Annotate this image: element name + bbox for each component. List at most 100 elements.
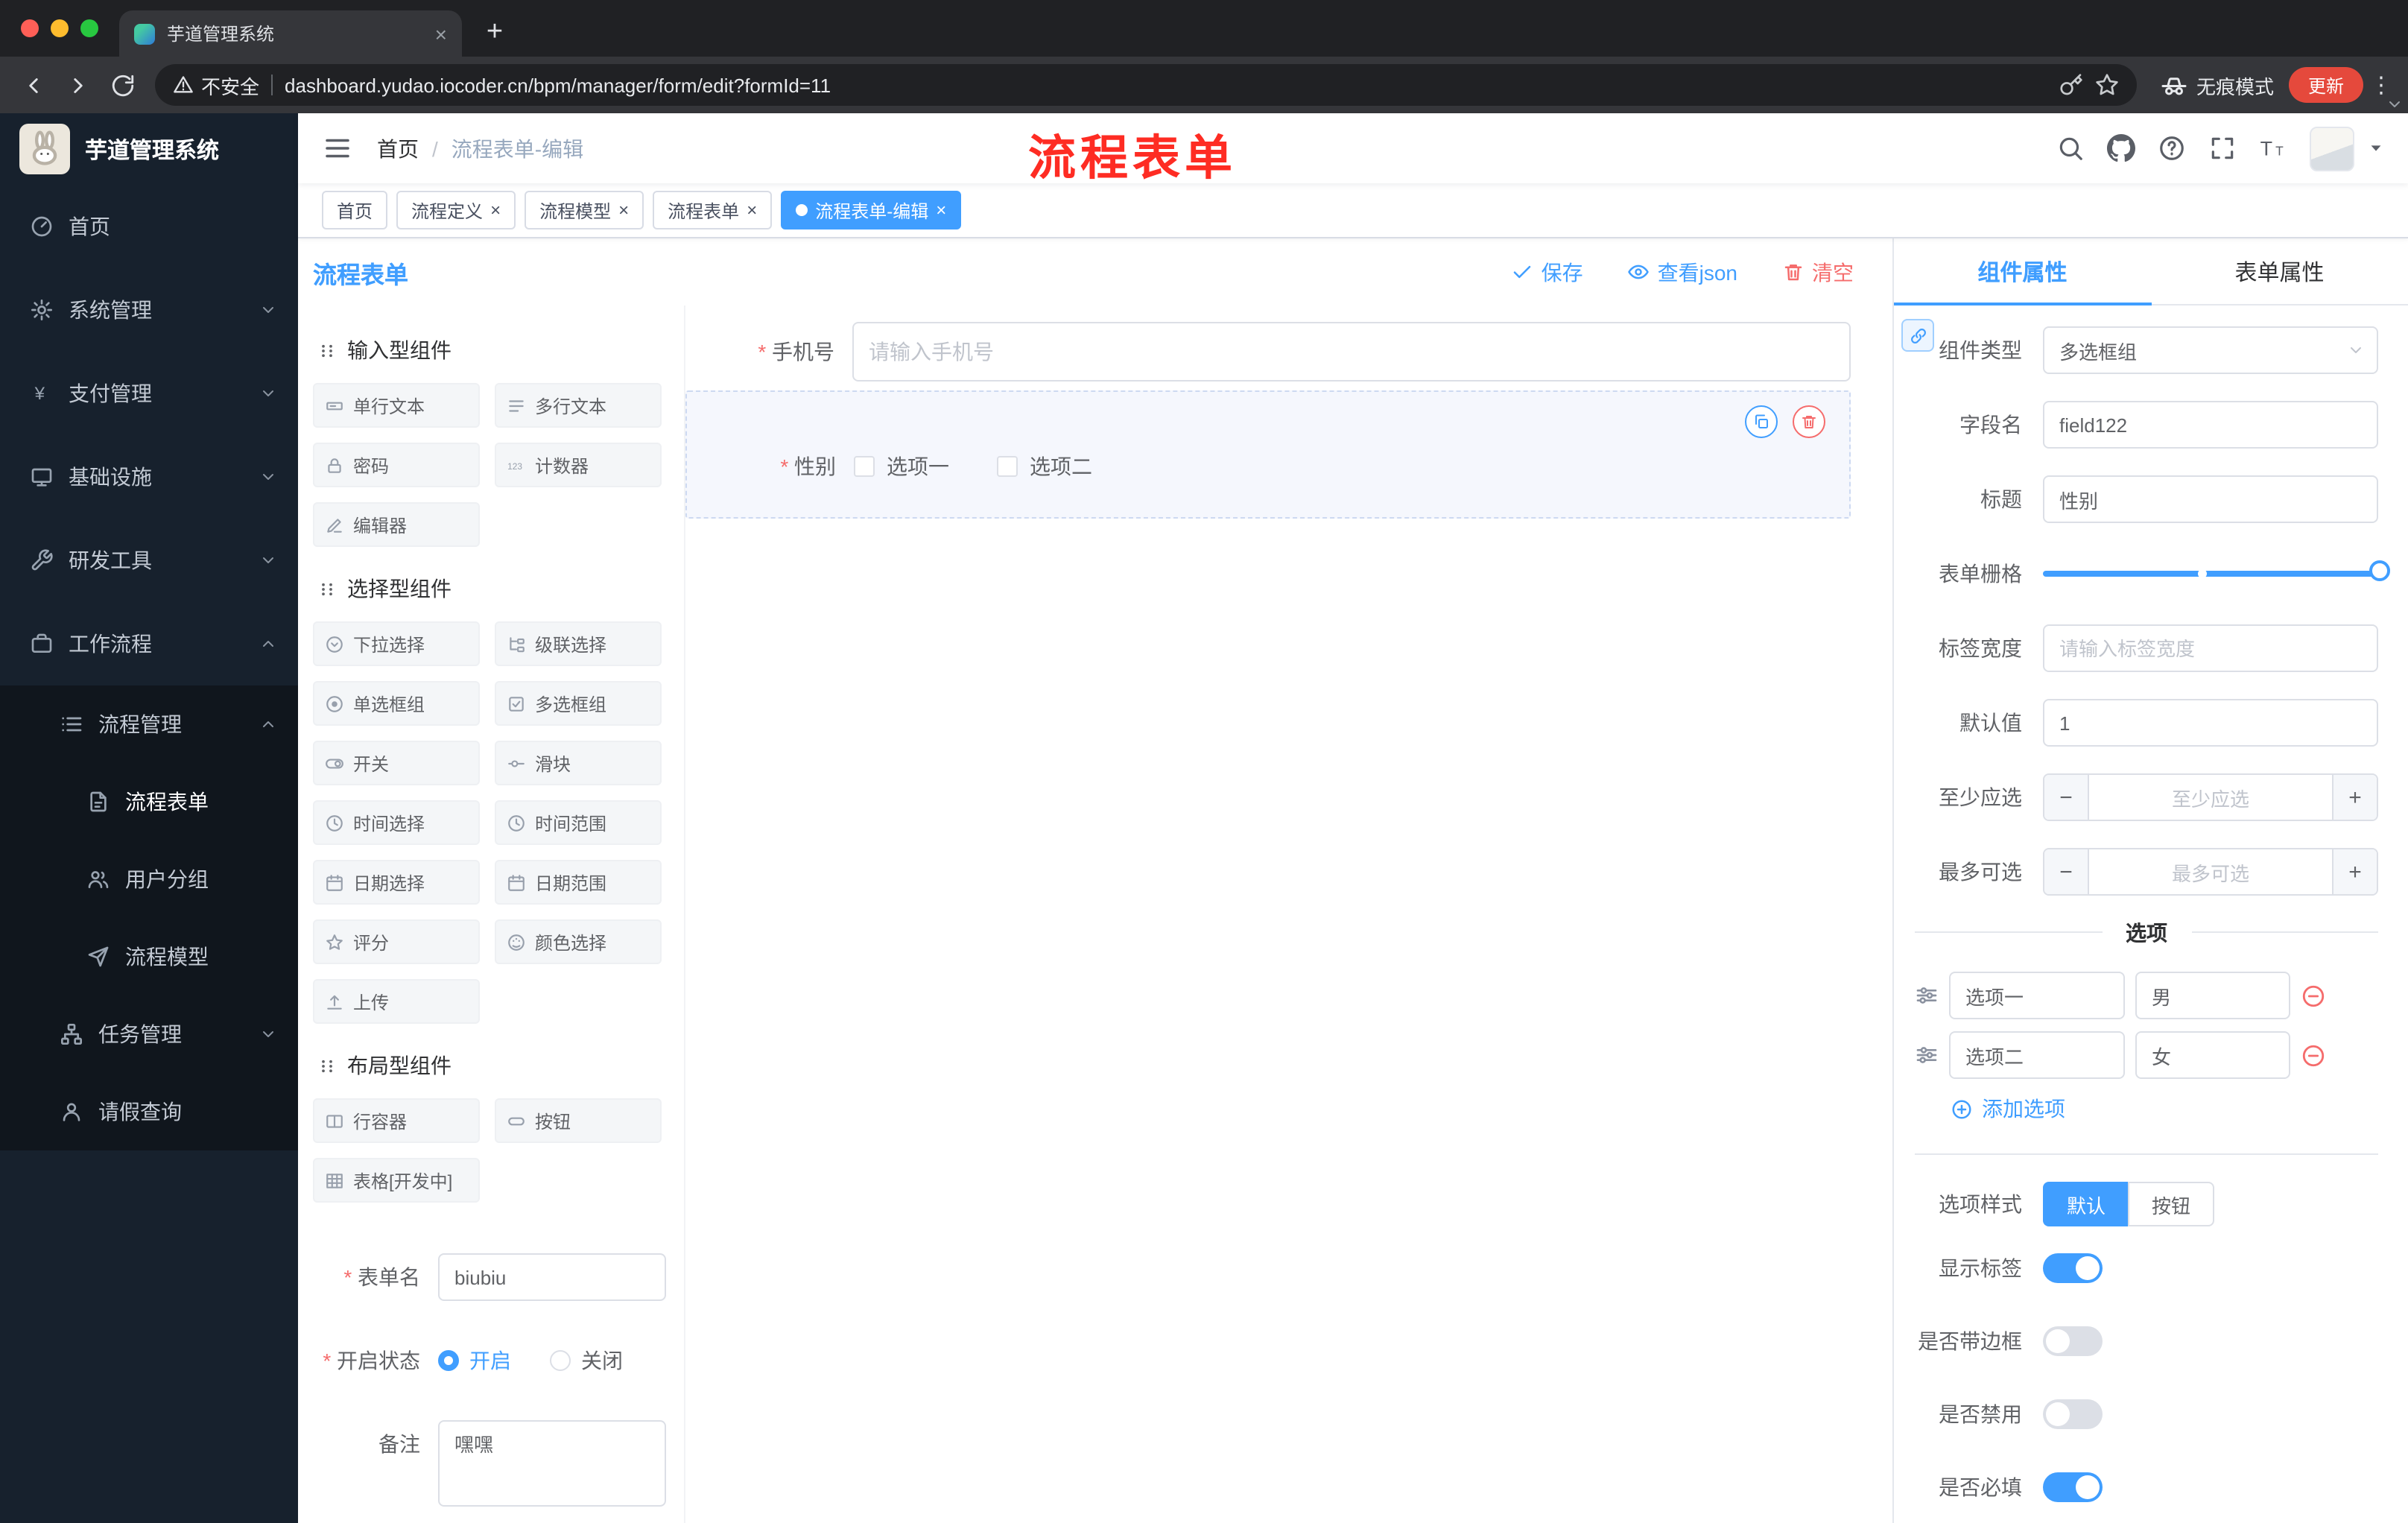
component-chip-table[interactable]: 表格[开发中] — [313, 1158, 480, 1203]
component-chip-radio-group[interactable]: 单选框组 — [313, 681, 480, 726]
form-remark-textarea[interactable]: 嘿嘿 — [438, 1420, 666, 1507]
border-toggle[interactable] — [2043, 1326, 2103, 1356]
sidebar-item-process-form[interactable]: 流程表单 — [0, 763, 298, 840]
canvas-field-gender-selected[interactable]: 性别 选项一 选项二 — [685, 390, 1851, 519]
view-json-button[interactable]: 查看json — [1628, 257, 1737, 287]
component-chip-checkbox-group[interactable]: 多选框组 — [495, 681, 662, 726]
option-drag-icon[interactable] — [1915, 1043, 1939, 1067]
sidebar-item-task-management[interactable]: 任务管理 — [0, 995, 298, 1073]
status-radio-on[interactable]: 开启 — [438, 1346, 511, 1375]
sidebar-item-payment[interactable]: 支付管理 — [0, 352, 298, 435]
option-label-input[interactable] — [1949, 1031, 2125, 1079]
disabled-toggle[interactable] — [2043, 1399, 2103, 1429]
security-chip[interactable]: 不安全 — [173, 71, 259, 99]
title-input[interactable] — [2043, 475, 2378, 523]
stepper-minus-button[interactable]: − — [2044, 849, 2089, 894]
show-label-toggle[interactable] — [2043, 1253, 2103, 1283]
form-canvas[interactable]: 手机号 性别 — [684, 305, 1892, 1523]
component-chip-rate[interactable]: 评分 — [313, 919, 480, 964]
gender-checkbox-option2[interactable]: 选项二 — [997, 452, 1092, 481]
tag-process-form-edit[interactable]: 流程表单-编辑 × — [781, 191, 962, 229]
sidebar-item-dev-tools[interactable]: 研发工具 — [0, 519, 298, 602]
canvas-field-phone[interactable]: 手机号 — [685, 322, 1851, 381]
new-tab-button[interactable]: + — [474, 12, 516, 54]
sidebar-item-process-management[interactable]: 流程管理 — [0, 685, 298, 763]
component-type-select[interactable] — [2043, 326, 2378, 374]
caret-down-icon[interactable] — [2368, 140, 2384, 156]
component-chip-upload[interactable]: 上传 — [313, 979, 480, 1024]
field-name-input[interactable] — [2043, 401, 2378, 449]
sidebar-item-workflow[interactable]: 工作流程 — [0, 602, 298, 685]
tag-process-form[interactable]: 流程表单 × — [653, 191, 773, 229]
star-icon[interactable] — [2095, 73, 2119, 97]
window-close-button[interactable] — [21, 19, 39, 37]
remove-circle-icon[interactable] — [2301, 1042, 2326, 1068]
component-chip-date-picker[interactable]: 日期选择 — [313, 860, 480, 905]
window-minimize-button[interactable] — [51, 19, 69, 37]
reload-button[interactable] — [101, 64, 143, 106]
clear-button[interactable]: 清空 — [1782, 257, 1854, 287]
option-value-input[interactable] — [2135, 972, 2290, 1019]
address-bar[interactable]: 不安全 dashboard.yudao.iocoder.cn/bpm/manag… — [155, 64, 2137, 106]
delete-field-button[interactable] — [1793, 405, 1825, 438]
component-chip-editor[interactable]: 编辑器 — [313, 502, 480, 547]
grid-slider[interactable] — [2043, 550, 2390, 598]
component-chip-date-range[interactable]: 日期范围 — [495, 860, 662, 905]
user-avatar[interactable] — [2310, 126, 2354, 171]
tag-home[interactable]: 首页 — [322, 191, 388, 229]
sidebar-item-user-groups[interactable]: 用户分组 — [0, 840, 298, 918]
status-radio-off[interactable]: 关闭 — [550, 1346, 623, 1375]
sidebar-item-home[interactable]: 首页 — [0, 185, 298, 268]
component-chip-switch[interactable]: 开关 — [313, 741, 480, 785]
slider-handle[interactable] — [2369, 560, 2390, 581]
sidebar-item-infrastructure[interactable]: 基础设施 — [0, 435, 298, 519]
stepper-minus-button[interactable]: − — [2044, 775, 2089, 820]
option-value-input[interactable] — [2135, 1031, 2290, 1079]
component-chip-single-line-text[interactable]: 单行文本 — [313, 383, 480, 428]
tab-component-props[interactable]: 组件属性 — [1894, 238, 2151, 305]
remove-circle-icon[interactable] — [2301, 983, 2326, 1008]
component-chip-button[interactable]: 按钮 — [495, 1098, 662, 1143]
question-icon[interactable] — [2158, 134, 2186, 162]
component-chip-password[interactable]: 密码 — [313, 443, 480, 487]
option-style-default-button[interactable]: 默认 — [2043, 1182, 2129, 1226]
component-chip-multi-line-text[interactable]: 多行文本 — [495, 383, 662, 428]
back-button[interactable] — [12, 64, 54, 106]
tab-close-icon[interactable]: × — [435, 22, 447, 45]
stepper-plus-button[interactable]: + — [2332, 849, 2377, 894]
phone-input[interactable] — [852, 322, 1851, 381]
browser-tab[interactable]: 芋道管理系统 × — [119, 10, 462, 57]
fullscreen-icon[interactable] — [2208, 134, 2237, 162]
tab-form-props[interactable]: 表单属性 — [2151, 238, 2408, 304]
slider-track[interactable] — [2043, 560, 2390, 581]
toolbar-chevron-down-icon[interactable] — [2386, 95, 2404, 113]
option-label-input[interactable] — [1949, 972, 2125, 1019]
key-icon[interactable] — [2059, 73, 2083, 97]
option-drag-icon[interactable] — [1915, 984, 1939, 1007]
sidebar-logo[interactable]: 芋道管理系统 — [0, 113, 298, 185]
update-button[interactable]: 更新 — [2288, 67, 2363, 103]
tag-close-icon[interactable]: × — [747, 201, 757, 219]
max-select-value[interactable]: 最多可选 — [2089, 849, 2332, 894]
default-value-input[interactable] — [2043, 699, 2378, 747]
component-chip-slider[interactable]: 滑块 — [495, 741, 662, 785]
label-width-input[interactable] — [2043, 624, 2378, 672]
component-chip-time-range[interactable]: 时间范围 — [495, 800, 662, 845]
forward-button[interactable] — [57, 64, 98, 106]
github-icon[interactable] — [2107, 134, 2135, 162]
copy-field-button[interactable] — [1745, 405, 1778, 438]
field-link-button[interactable] — [1901, 319, 1934, 352]
window-zoom-button[interactable] — [80, 19, 98, 37]
component-chip-time-picker[interactable]: 时间选择 — [313, 800, 480, 845]
font-size-icon[interactable] — [2259, 134, 2287, 162]
form-name-input[interactable] — [438, 1253, 666, 1301]
component-chip-row-container[interactable]: 行容器 — [313, 1098, 480, 1143]
gender-checkbox-option1[interactable]: 选项一 — [854, 452, 949, 481]
required-toggle[interactable] — [2043, 1472, 2103, 1502]
tag-process-definition[interactable]: 流程定义 × — [396, 191, 516, 229]
breadcrumb-home[interactable]: 首页 — [377, 133, 419, 163]
sidebar-item-process-model[interactable]: 流程模型 — [0, 918, 298, 995]
stepper-plus-button[interactable]: + — [2332, 775, 2377, 820]
component-chip-dropdown[interactable]: 下拉选择 — [313, 621, 480, 666]
min-select-value[interactable]: 至少应选 — [2089, 775, 2332, 820]
